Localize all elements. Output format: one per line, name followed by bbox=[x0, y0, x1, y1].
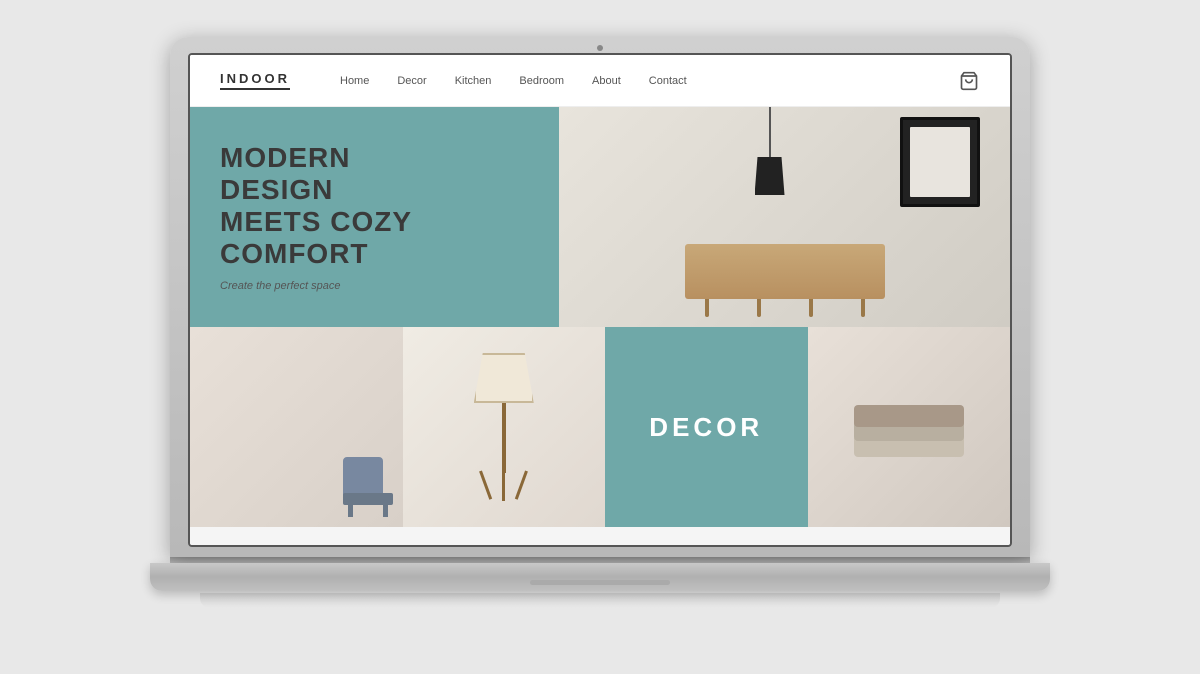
hero-section: MODERN DESIGN MEETS COZY COMFORT Create … bbox=[190, 107, 1010, 327]
hero-line2: DESIGN bbox=[220, 174, 529, 206]
tripod-leg bbox=[502, 471, 505, 501]
laptop-screen: INDOOR Home Decor Kitchen Bedroom About … bbox=[188, 53, 1012, 547]
trackpad-notch bbox=[530, 580, 670, 585]
floor-lamp bbox=[474, 353, 534, 501]
website: INDOOR Home Decor Kitchen Bedroom About … bbox=[190, 55, 1010, 545]
chair-illustration bbox=[343, 437, 393, 517]
laptop-wrapper: INDOOR Home Decor Kitchen Bedroom About … bbox=[170, 37, 1030, 637]
blanket-layer bbox=[854, 405, 964, 427]
hero-headline: MODERN DESIGN MEETS COZY COMFORT bbox=[220, 142, 529, 271]
nav-links: Home Decor Kitchen Bedroom About Contact bbox=[340, 75, 958, 87]
grid-cell-lamp bbox=[403, 327, 606, 527]
chair-leg-right bbox=[383, 502, 388, 517]
mirror-glass bbox=[910, 127, 970, 197]
nav-link-contact[interactable]: Contact bbox=[649, 75, 687, 87]
nav-link-about[interactable]: About bbox=[592, 75, 621, 87]
sideboard-leg bbox=[705, 299, 709, 317]
sideboard-leg bbox=[757, 299, 761, 317]
lamp-tripod bbox=[479, 471, 528, 501]
grid-cell-decor[interactable]: DECOR bbox=[605, 327, 808, 527]
nav-link-kitchen[interactable]: Kitchen bbox=[455, 75, 492, 87]
furniture-scene bbox=[559, 107, 1010, 327]
nav-link-decor[interactable]: Decor bbox=[397, 75, 426, 87]
sideboard-leg bbox=[809, 299, 813, 317]
nav-link-bedroom[interactable]: Bedroom bbox=[519, 75, 564, 87]
main-content: MODERN DESIGN MEETS COZY COMFORT Create … bbox=[190, 107, 1010, 545]
blanket-illustration bbox=[854, 397, 964, 457]
bottom-grid: DECOR bbox=[190, 327, 1010, 527]
cart-button[interactable] bbox=[958, 70, 980, 92]
laptop-lid: INDOOR Home Decor Kitchen Bedroom About … bbox=[170, 37, 1030, 557]
sideboard-body bbox=[685, 244, 885, 299]
cart-icon bbox=[959, 71, 979, 91]
grid-cell-blanket bbox=[808, 327, 1011, 527]
laptop-camera bbox=[597, 45, 603, 51]
laptop-base bbox=[150, 563, 1050, 591]
sideboard-legs bbox=[685, 299, 885, 317]
lamp-cord bbox=[769, 107, 771, 157]
hero-line1: MODERN bbox=[220, 142, 529, 174]
lamp-shade bbox=[474, 353, 534, 403]
tripod-leg bbox=[515, 470, 528, 499]
tripod-leg bbox=[479, 470, 492, 499]
lamp-shade bbox=[755, 157, 785, 195]
hero-left: MODERN DESIGN MEETS COZY COMFORT Create … bbox=[190, 107, 559, 327]
hero-image bbox=[559, 107, 1010, 327]
sideboard bbox=[685, 244, 885, 317]
grid-cell-room bbox=[190, 327, 403, 527]
navbar: INDOOR Home Decor Kitchen Bedroom About … bbox=[190, 55, 1010, 107]
site-logo[interactable]: INDOOR bbox=[220, 71, 290, 90]
chair-leg-left bbox=[348, 502, 353, 517]
nav-link-home[interactable]: Home bbox=[340, 75, 369, 87]
hero-subtext: Create the perfect space bbox=[220, 280, 529, 292]
hero-line4: COMFORT bbox=[220, 238, 529, 270]
mirror bbox=[900, 117, 980, 207]
hero-line3: MEETS COZY bbox=[220, 206, 529, 238]
pendant-lamp bbox=[755, 107, 785, 195]
decor-label: DECOR bbox=[649, 412, 763, 443]
sideboard-leg bbox=[861, 299, 865, 317]
laptop-reflection bbox=[200, 593, 1000, 608]
lamp-stem bbox=[502, 403, 506, 473]
